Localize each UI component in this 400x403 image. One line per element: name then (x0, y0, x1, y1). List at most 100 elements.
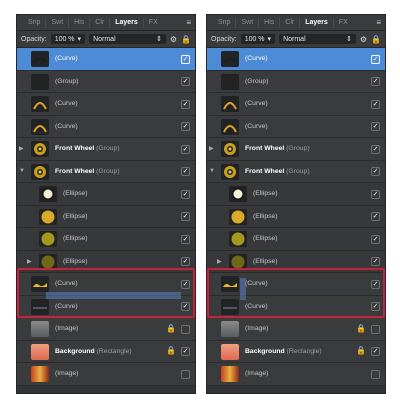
layer-row[interactable]: ▼ Front Wheel (Group) ✓ (17, 160, 195, 183)
lock-icon[interactable]: 🔒 (166, 324, 176, 333)
visibility-checkbox[interactable] (371, 324, 380, 334)
layer-row[interactable]: (Curve) ✓ (207, 93, 385, 116)
expand-arrow-icon[interactable]: ▶ (209, 145, 214, 152)
visibility-checkbox[interactable]: ✓ (371, 167, 380, 176)
visibility-checkbox[interactable] (371, 369, 380, 379)
visibility-checkbox[interactable]: ✓ (371, 212, 380, 221)
layer-row[interactable]: (Ellipse) ✓ (17, 183, 195, 206)
lock-icon[interactable]: 🔒 (181, 35, 191, 44)
layer-row[interactable]: (Curve) ✓ (17, 115, 195, 138)
panel-menu-icon[interactable]: ≡ (186, 18, 191, 27)
layer-thumbnail (221, 141, 239, 157)
layer-row[interactable]: (Image) (207, 363, 385, 386)
layer-label: (Curve) (245, 100, 268, 108)
image-thumbnail-icon (31, 366, 49, 382)
tab-color[interactable]: Clr (90, 17, 111, 28)
layer-label: Front Wheel (Group) (55, 145, 120, 153)
visibility-checkbox[interactable]: ✓ (181, 189, 190, 199)
curve-thumbnail-icon (223, 58, 237, 63)
layer-label: Background (Rectangle) (55, 347, 132, 355)
expand-arrow-icon[interactable]: ▶ (217, 258, 222, 265)
layer-row[interactable]: (Curve) ✓ (17, 48, 195, 71)
highlight-box (207, 268, 385, 318)
tab-swatches[interactable]: Swt (46, 17, 70, 28)
lock-icon[interactable]: 🔒 (166, 346, 176, 355)
collapse-arrow-icon[interactable]: ▼ (209, 168, 215, 174)
layers-panel-right: Snp Swt His Clr Layers FX ≡ Opacity: 100… (206, 14, 386, 394)
blend-mode-select[interactable]: Normal ⇕ (279, 34, 356, 44)
layer-row[interactable]: (Image) 🔒 (17, 318, 195, 341)
curve-thumbnail-icon (33, 58, 47, 63)
visibility-checkbox[interactable]: ✓ (371, 257, 380, 266)
visibility-checkbox[interactable]: ✓ (181, 234, 190, 244)
opacity-value: 100 % (244, 35, 265, 43)
tab-layers[interactable]: Layers (110, 17, 144, 28)
visibility-checkbox[interactable]: ✓ (371, 144, 380, 154)
layer-row[interactable]: Background (Rectangle) 🔒 ✓ (17, 340, 195, 363)
opacity-bar: Opacity: 100 % ▾ Normal ⇕ ⚙ 🔒 (207, 31, 385, 48)
visibility-checkbox[interactable]: ✓ (181, 347, 190, 356)
layer-row[interactable]: Background (Rectangle) 🔒 ✓ (207, 340, 385, 363)
expand-arrow-icon[interactable]: ▶ (19, 145, 24, 152)
layer-label: (Ellipse) (253, 257, 278, 265)
visibility-checkbox[interactable]: ✓ (371, 189, 380, 199)
visibility-checkbox[interactable]: ✓ (181, 144, 190, 154)
tab-layers[interactable]: Layers (300, 17, 334, 28)
layer-row[interactable]: (Ellipse) ✓ (207, 205, 385, 228)
layer-row[interactable]: (Curve) ✓ (207, 48, 385, 71)
visibility-checkbox[interactable]: ✓ (181, 257, 190, 266)
visibility-checkbox[interactable]: ✓ (371, 77, 380, 86)
tab-fx[interactable]: FX (144, 18, 163, 28)
tab-snapshots[interactable]: Snp (213, 17, 237, 28)
tab-color[interactable]: Clr (280, 17, 301, 28)
lock-icon[interactable]: 🔒 (356, 324, 366, 333)
visibility-checkbox[interactable]: ✓ (181, 167, 190, 176)
visibility-checkbox[interactable]: ✓ (181, 77, 190, 86)
visibility-checkbox[interactable] (181, 369, 190, 379)
blend-mode-select[interactable]: Normal ⇕ (89, 34, 166, 44)
chevron-down-icon: ▾ (77, 36, 82, 43)
lock-icon[interactable]: 🔒 (371, 35, 381, 44)
opacity-field[interactable]: 100 % ▾ (240, 34, 276, 44)
layer-label: (Curve) (55, 100, 78, 108)
layers-list: (Curve) ✓ (Group) ✓ (Curve) ✓ (Curve) ✓ … (207, 48, 385, 386)
panel-menu-icon[interactable]: ≡ (376, 18, 381, 27)
layer-row[interactable]: (Ellipse) ✓ (17, 205, 195, 228)
visibility-checkbox[interactable]: ✓ (371, 122, 380, 131)
layer-row[interactable]: (Ellipse) ✓ (207, 228, 385, 251)
layer-row[interactable]: (Curve) ✓ (207, 115, 385, 138)
expand-arrow-icon[interactable]: ▶ (27, 258, 32, 265)
visibility-checkbox[interactable]: ✓ (181, 99, 190, 109)
layer-row[interactable]: (Group) ✓ (17, 70, 195, 93)
panel-tab-bar: Snp Swt His Clr Layers FX ≡ (207, 15, 385, 31)
tab-history[interactable]: His (69, 17, 91, 28)
opacity-field[interactable]: 100 % ▾ (50, 34, 86, 44)
gear-icon[interactable]: ⚙ (170, 35, 177, 44)
visibility-checkbox[interactable]: ✓ (371, 234, 380, 244)
visibility-checkbox[interactable]: ✓ (181, 122, 190, 131)
visibility-checkbox[interactable] (181, 324, 190, 334)
visibility-checkbox[interactable]: ✓ (371, 99, 380, 109)
tab-history[interactable]: His (259, 17, 281, 28)
highlight-box (17, 268, 195, 318)
tab-fx[interactable]: FX (334, 18, 353, 28)
visibility-checkbox[interactable]: ✓ (181, 54, 190, 64)
layer-row[interactable]: (Image) 🔒 (207, 318, 385, 341)
gear-icon[interactable]: ⚙ (360, 35, 367, 44)
layer-row[interactable]: (Ellipse) ✓ (207, 183, 385, 206)
layer-row[interactable]: (Ellipse) ✓ (17, 228, 195, 251)
visibility-checkbox[interactable]: ✓ (371, 347, 380, 356)
tab-snapshots[interactable]: Snp (23, 17, 47, 28)
layer-row[interactable]: ▼ Front Wheel (Group) ✓ (207, 160, 385, 183)
collapse-arrow-icon[interactable]: ▼ (19, 168, 25, 174)
visibility-checkbox[interactable]: ✓ (371, 54, 380, 64)
layer-row[interactable]: ▶ Front Wheel (Group) ✓ (207, 138, 385, 161)
layer-row[interactable]: (Group) ✓ (207, 70, 385, 93)
layer-row[interactable]: ▶ Front Wheel (Group) ✓ (17, 138, 195, 161)
layer-row[interactable]: (Curve) ✓ (17, 93, 195, 116)
visibility-checkbox[interactable]: ✓ (181, 212, 190, 221)
layer-row[interactable]: (Image) (17, 363, 195, 386)
tab-swatches[interactable]: Swt (236, 17, 260, 28)
lock-icon[interactable]: 🔒 (356, 346, 366, 355)
arc-thumbnail-icon (223, 102, 237, 110)
